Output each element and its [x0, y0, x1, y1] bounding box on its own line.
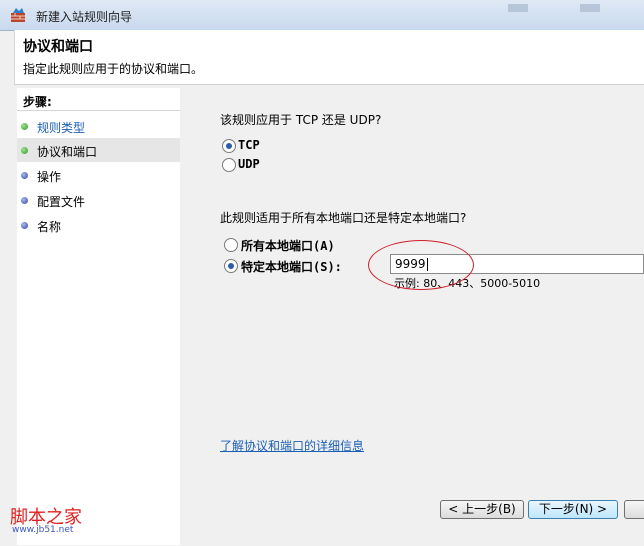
- step-pending-icon: [21, 172, 28, 179]
- steps-divider: [17, 110, 180, 111]
- page-title: 协议和端口: [23, 39, 93, 55]
- page-description: 指定此规则应用于的协议和端口。: [23, 62, 204, 76]
- titlebar-control-ghost: [508, 4, 528, 12]
- specific-ports-label[interactable]: 特定本地端口(S):: [241, 258, 342, 275]
- step-rule-type[interactable]: 规则类型: [17, 114, 180, 138]
- steps-title: 步骤:: [23, 95, 52, 109]
- tcp-label[interactable]: TCP: [238, 138, 260, 152]
- step-label: 操作: [37, 170, 62, 184]
- steps-panel: 步骤: 规则类型 协议和端口 操作 配置文件 名称: [17, 88, 180, 545]
- learn-more-link[interactable]: 了解协议和端口的详细信息: [220, 437, 364, 454]
- protocol-question: 该规则应用于 TCP 还是 UDP?: [220, 113, 382, 127]
- watermark: 脚本之家 www.jb51.net: [10, 503, 82, 535]
- step-label: 配置文件: [37, 195, 86, 209]
- next-button[interactable]: 下一步(N) >: [528, 500, 618, 519]
- back-button[interactable]: < 上一步(B): [440, 500, 524, 519]
- step-label: 协议和端口: [37, 145, 98, 159]
- watermark-url: www.jb51.net: [12, 525, 74, 535]
- step-complete-icon: [21, 123, 28, 130]
- firewall-wall-icon: [10, 7, 26, 23]
- titlebar-control-ghost: [580, 4, 600, 12]
- window-titlebar: 新建入站规则向导: [0, 0, 644, 31]
- content-panel: 该规则应用于 TCP 还是 UDP? TCP UDP 此规则适用于所有本地端口还…: [180, 84, 644, 545]
- tcp-radio[interactable]: [222, 139, 236, 153]
- ports-question: 此规则适用于所有本地端口还是特定本地端口?: [220, 211, 467, 225]
- step-label: 名称: [37, 220, 62, 234]
- all-ports-radio[interactable]: [224, 238, 238, 252]
- window-title: 新建入站规则向导: [36, 10, 133, 24]
- step-pending-icon: [21, 222, 28, 229]
- step-protocol-ports: 协议和端口: [17, 138, 180, 162]
- step-action: 操作: [17, 163, 180, 187]
- step-complete-icon: [21, 147, 28, 154]
- step-name: 名称: [17, 213, 180, 237]
- step-pending-icon: [21, 197, 28, 204]
- wizard-header: 协议和端口 指定此规则应用于的协议和端口。: [14, 30, 644, 84]
- annotation-circle: [368, 240, 474, 290]
- udp-label[interactable]: UDP: [238, 157, 260, 171]
- step-profile: 配置文件: [17, 188, 180, 212]
- udp-radio[interactable]: [222, 158, 236, 172]
- all-ports-label[interactable]: 所有本地端口(A): [241, 237, 335, 254]
- step-label[interactable]: 规则类型: [37, 119, 85, 136]
- specific-ports-radio[interactable]: [224, 259, 238, 273]
- cancel-button[interactable]: [624, 500, 644, 519]
